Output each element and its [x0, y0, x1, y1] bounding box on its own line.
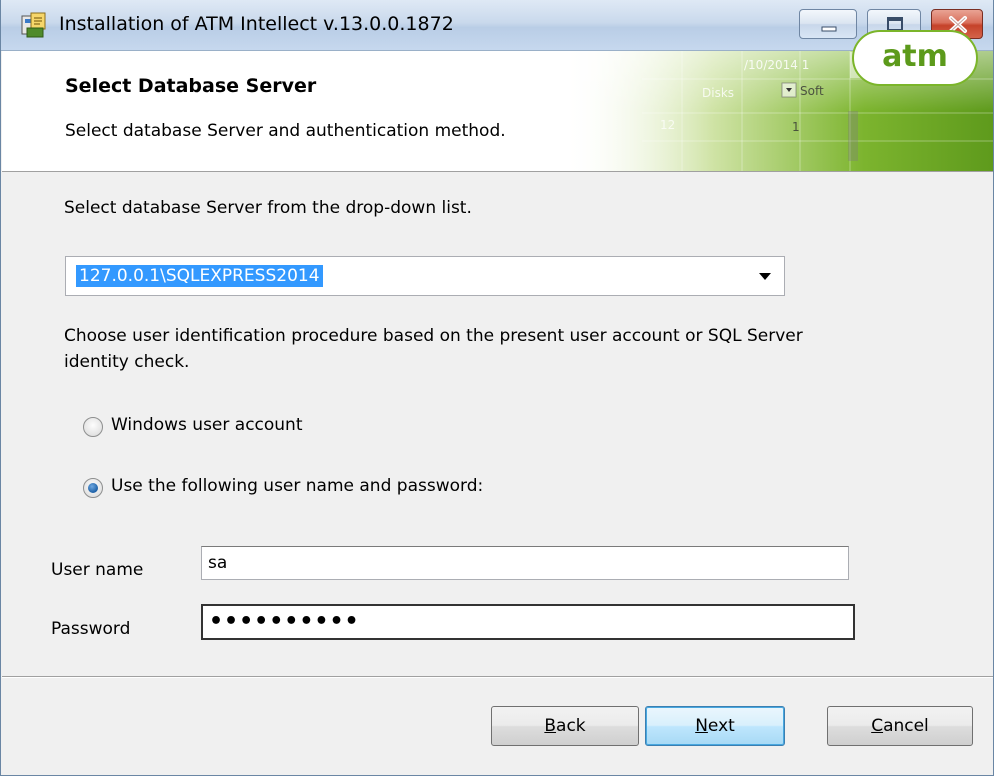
auth-prompt-line-2: identity check. [64, 352, 190, 372]
minimize-button[interactable] [799, 9, 857, 39]
installer-window: Installation of ATM Intellect v.13.0.0.1… [0, 0, 994, 776]
footer-divider [2, 676, 993, 678]
back-button[interactable]: Back [491, 706, 639, 746]
radio-windows-account-label[interactable]: Windows user account [111, 415, 303, 435]
next-mnemonic: N [695, 716, 708, 736]
banner-text-soft: Soft [800, 84, 824, 98]
back-label: ack [556, 716, 586, 736]
page-header: /10/2014 1 550017 Disks Soft 12 1 Select… [2, 51, 993, 172]
next-button[interactable]: Next [645, 706, 785, 746]
auth-prompt-line-1: Choose user identification procedure bas… [64, 326, 803, 346]
banner-text-12: 12 [660, 118, 675, 132]
radio-selected-dot [88, 483, 98, 493]
installer-app-icon [21, 12, 46, 38]
radio-windows-account[interactable] [83, 417, 103, 437]
cancel-mnemonic: C [871, 716, 884, 736]
title-bar[interactable]: Installation of ATM Intellect v.13.0.0.1… [1, 0, 993, 51]
server-dropdown[interactable]: 127.0.0.1\SQLEXPRESS2014 [65, 256, 785, 296]
radio-sql-credentials[interactable] [83, 478, 103, 498]
minimize-icon [821, 26, 837, 32]
chevron-down-icon[interactable] [758, 271, 772, 281]
page-title: Select Database Server [65, 75, 317, 97]
username-field[interactable]: sa [201, 546, 849, 580]
banner-text-date: /10/2014 1 [744, 58, 809, 72]
window-title: Installation of ATM Intellect v.13.0.0.1… [59, 13, 454, 35]
username-label: User name [51, 560, 144, 580]
server-prompt: Select database Server from the drop-dow… [64, 198, 472, 218]
banner-text-1: 1 [792, 120, 800, 134]
password-field[interactable]: •••••••••• [201, 604, 855, 640]
radio-sql-credentials-label[interactable]: Use the following user name and password… [111, 476, 483, 496]
password-label: Password [51, 619, 131, 639]
page-subtitle: Select database Server and authenticatio… [65, 121, 506, 141]
cancel-label: ancel [883, 716, 929, 736]
server-selected-value[interactable]: 127.0.0.1\SQLEXPRESS2014 [76, 265, 323, 287]
cancel-button[interactable]: Cancel [827, 706, 973, 746]
back-mnemonic: B [544, 716, 557, 736]
next-label: ext [707, 716, 735, 736]
atm-logo: atm [852, 30, 978, 86]
banner-text-disks: Disks [702, 86, 734, 100]
